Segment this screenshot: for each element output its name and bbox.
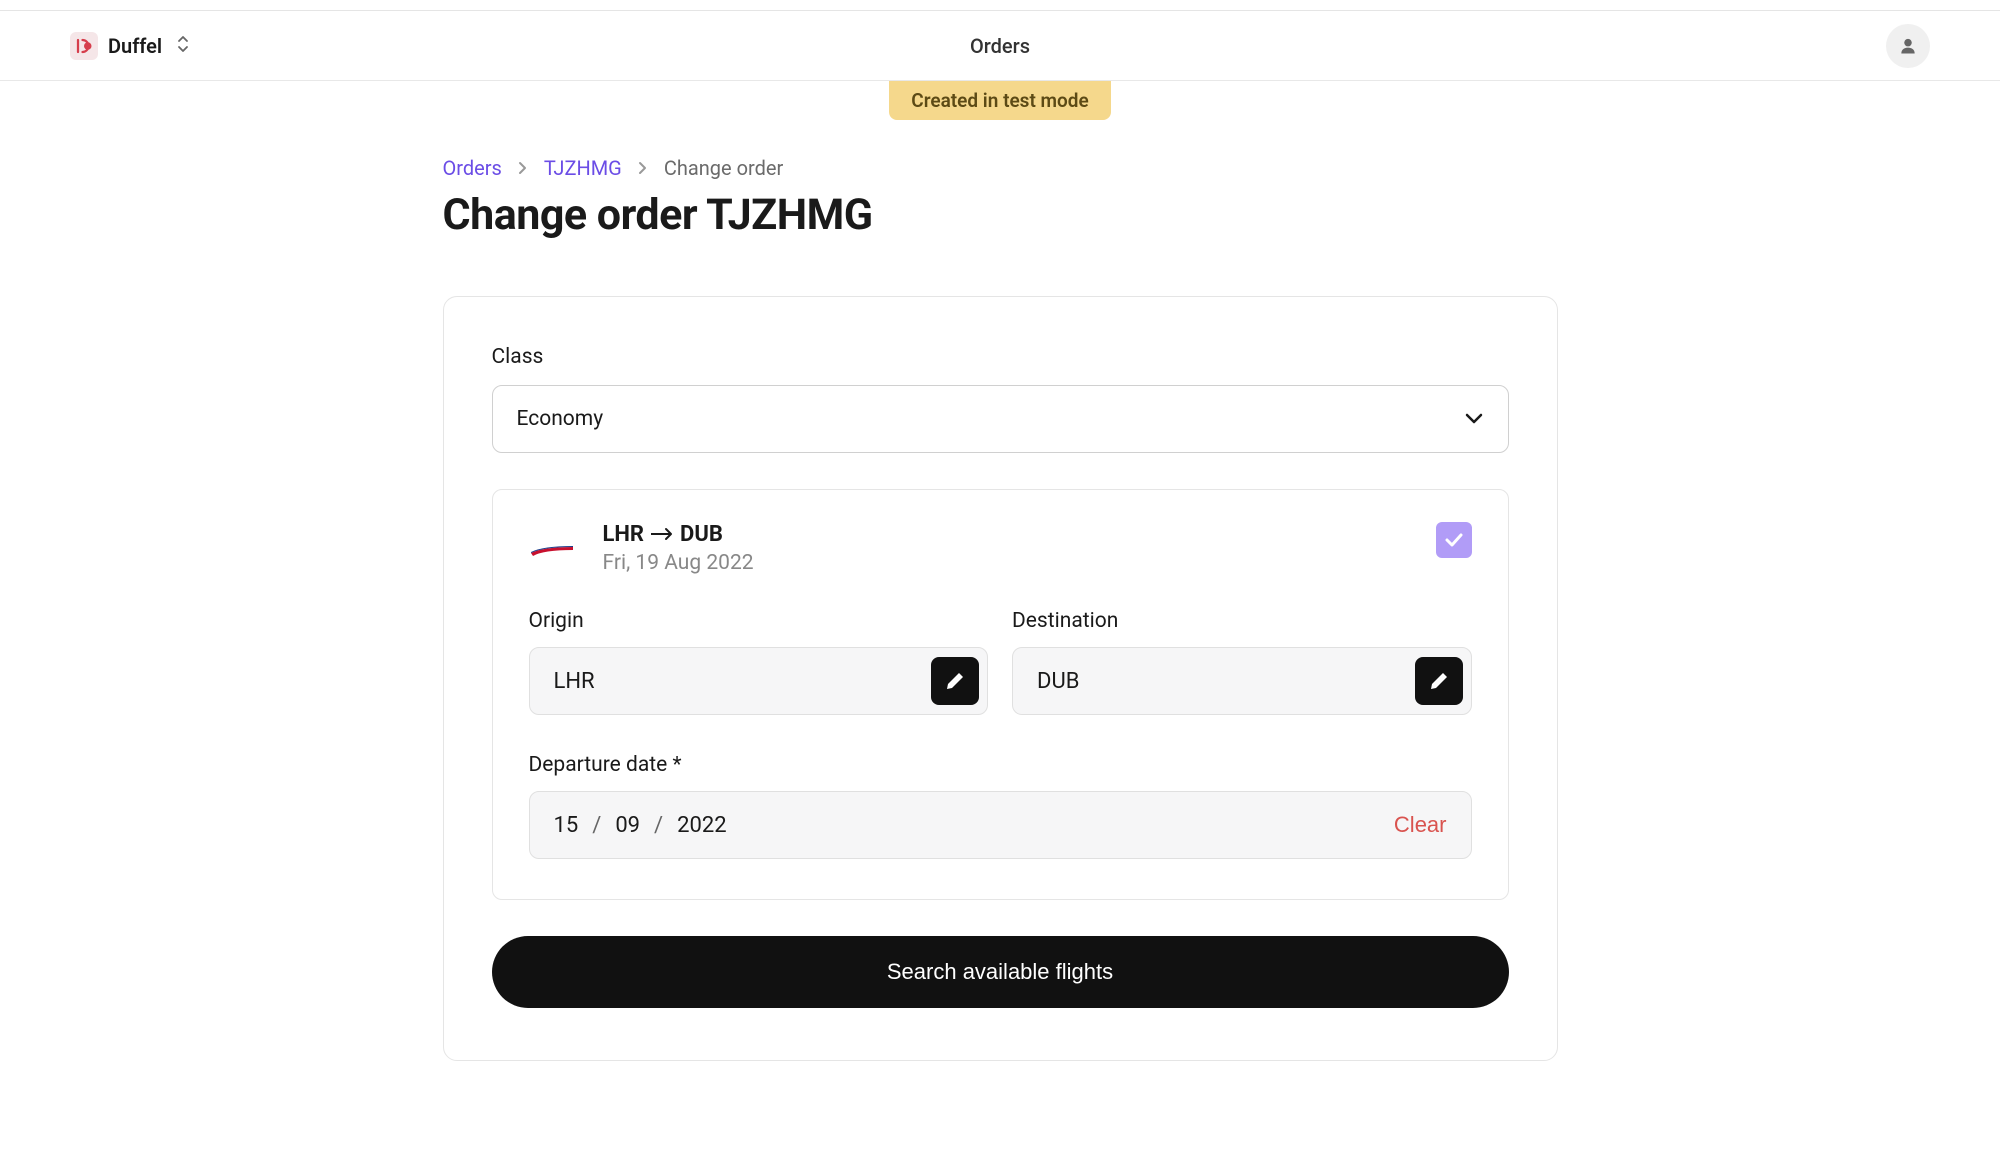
departure-date-label: Departure date *	[529, 753, 1472, 777]
departure-year[interactable]: 2022	[677, 813, 726, 838]
clear-date-button[interactable]: Clear	[1394, 812, 1447, 838]
route-title: LHR DUB	[603, 522, 1472, 547]
search-available-flights-button[interactable]: Search available flights	[492, 936, 1509, 1008]
user-icon	[1898, 36, 1918, 56]
pencil-icon	[1429, 671, 1449, 691]
origin-label: Origin	[529, 609, 989, 633]
route-origin-code: LHR	[603, 522, 645, 547]
pencil-icon	[945, 671, 965, 691]
chevron-down-icon	[1464, 407, 1484, 431]
class-label: Class	[492, 345, 1509, 369]
breadcrumb-current: Change order	[664, 156, 783, 180]
departure-day[interactable]: 15	[554, 813, 579, 838]
departure-month[interactable]: 09	[615, 813, 640, 838]
origin-value: LHR	[554, 669, 595, 694]
airline-logo-icon	[529, 526, 575, 572]
check-icon	[1444, 532, 1464, 548]
class-select[interactable]: Economy	[492, 385, 1509, 453]
user-avatar[interactable]	[1886, 24, 1930, 68]
chevron-right-icon	[638, 156, 648, 180]
brand-switcher[interactable]: Duffel	[70, 32, 190, 60]
change-order-form-card: Class Economy LHR	[443, 296, 1558, 1061]
app-header: Duffel Orders	[0, 11, 2000, 81]
route-card: LHR DUB Fri, 19 Aug 2022 Origi	[492, 489, 1509, 900]
route-selected-checkbox[interactable]	[1436, 522, 1472, 558]
brand-logo-icon	[70, 32, 98, 60]
route-dest-code: DUB	[680, 522, 723, 547]
breadcrumb: Orders TJZHMG Change order	[443, 156, 1558, 180]
edit-origin-button[interactable]	[931, 657, 979, 705]
class-selected-value: Economy	[517, 407, 604, 431]
brand-name: Duffel	[108, 34, 162, 58]
up-down-chevron-icon	[176, 35, 190, 57]
destination-field: DUB	[1012, 647, 1472, 715]
departure-date-field[interactable]: 15 / 09 / 2022 Clear	[529, 791, 1472, 859]
chevron-right-icon	[518, 156, 528, 180]
edit-destination-button[interactable]	[1415, 657, 1463, 705]
arrow-right-icon	[650, 522, 674, 547]
destination-label: Destination	[1012, 609, 1472, 633]
test-mode-badge: Created in test mode	[889, 81, 1110, 120]
page-title: Change order TJZHMG	[443, 190, 1558, 240]
breadcrumb-order-id-link[interactable]: TJZHMG	[544, 156, 622, 180]
destination-value: DUB	[1037, 669, 1079, 694]
route-date: Fri, 19 Aug 2022	[603, 551, 1472, 575]
header-nav-title[interactable]: Orders	[970, 34, 1030, 58]
origin-field: LHR	[529, 647, 989, 715]
breadcrumb-orders-link[interactable]: Orders	[443, 156, 502, 180]
